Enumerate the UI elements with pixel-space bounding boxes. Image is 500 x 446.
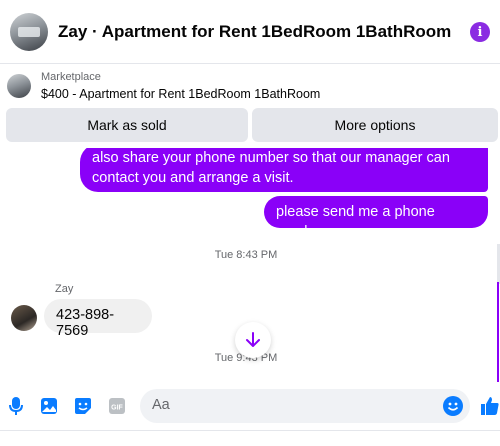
thumbs-up-icon[interactable]	[480, 395, 500, 417]
incoming-message[interactable]: 423-898-7569	[44, 299, 152, 339]
outgoing-message[interactable]: please send me a phone number	[264, 196, 488, 240]
marketplace-label: Marketplace	[41, 70, 101, 83]
timestamp: Tue 8:43 PM	[214, 249, 278, 261]
message-input[interactable]: Aa	[140, 389, 470, 423]
bottom-divider	[0, 430, 500, 446]
message-input-placeholder: Aa	[152, 397, 170, 413]
listing-actions: Mark as sold More options	[0, 108, 500, 148]
conversation-avatar[interactable]	[10, 12, 48, 51]
microphone-icon[interactable]	[6, 396, 26, 416]
listing-thumbnail	[7, 74, 31, 98]
photo-icon[interactable]	[39, 396, 59, 416]
listing-title: $400 - Apartment for Rent 1BedRoom 1Bath…	[41, 86, 321, 101]
arrow-down-icon	[246, 332, 260, 347]
info-icon[interactable]: i	[470, 22, 490, 42]
emoji-icon[interactable]	[443, 396, 463, 416]
sender-name: Zay	[55, 283, 74, 295]
mark-as-sold-button[interactable]: Mark as sold	[6, 108, 248, 142]
listing-text: Marketplace $400 - Apartment for Rent 1B…	[41, 70, 320, 103]
conversation-header: Zay · Apartment for Rent 1BedRoom 1BathR…	[0, 0, 500, 64]
marketplace-listing[interactable]: Marketplace $400 - Apartment for Rent 1B…	[0, 64, 500, 108]
svg-text:GIF: GIF	[111, 405, 123, 412]
sender-avatar[interactable]	[11, 305, 37, 331]
conversation-title[interactable]: Zay · Apartment for Rent 1BedRoom 1BathR…	[58, 22, 451, 42]
scroll-to-bottom-button[interactable]	[235, 322, 271, 358]
message-thread[interactable]: also share your phone number so that our…	[0, 148, 500, 382]
outgoing-message[interactable]: also share your phone number so that our…	[80, 148, 488, 192]
more-options-button[interactable]: More options	[252, 108, 498, 142]
message-composer: GIF Aa	[0, 382, 500, 430]
gif-icon[interactable]: GIF	[107, 396, 127, 416]
sticker-icon[interactable]	[73, 396, 93, 416]
